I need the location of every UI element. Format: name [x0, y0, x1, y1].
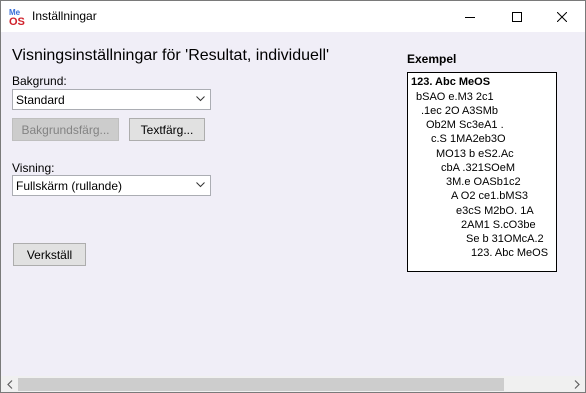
minimize-button[interactable]: [447, 1, 493, 32]
background-select[interactable]: Standard: [12, 89, 211, 110]
example-line: bSAO e.M3 2c1: [416, 91, 494, 103]
settings-window: Me OS Inställningar Visningsinställninga…: [0, 0, 586, 393]
example-line: .1ec 2O A3SMb: [421, 105, 499, 117]
example-line: c.S 1MA2eb3O: [431, 133, 506, 145]
example-line: Ob2M Sc3eA1 .: [426, 119, 504, 131]
page-title: Visningsinställningar för 'Resultat, ind…: [12, 47, 330, 64]
svg-text:OS: OS: [9, 16, 25, 26]
example-line: 2AM1 S.cO3be: [461, 219, 536, 231]
background-label: Bakgrund:: [12, 74, 67, 88]
example-line: Se b 31OMcA.2: [466, 233, 544, 245]
horizontal-scrollbar[interactable]: [1, 376, 585, 392]
meos-app-icon: Me OS: [8, 6, 28, 28]
display-label: Visning:: [12, 161, 55, 175]
maximize-button[interactable]: [494, 1, 540, 32]
chevron-down-icon: [196, 96, 205, 102]
window-title: Inställningar: [32, 9, 97, 23]
display-select[interactable]: Fullskärm (rullande): [12, 175, 211, 196]
example-line: A O2 ce1.bMS3: [451, 190, 529, 202]
apply-button[interactable]: Verkställ: [13, 243, 86, 266]
title-bar[interactable]: Me OS Inställningar: [1, 1, 585, 32]
chevron-right-icon: [574, 380, 580, 389]
close-button[interactable]: [539, 1, 585, 32]
example-line: 123. Abc MeOS: [411, 76, 491, 88]
example-line: MO13 b eS2.Ac: [436, 148, 514, 160]
display-select-value: Fullskärm (rullande): [16, 179, 123, 193]
minimize-icon: [465, 16, 475, 18]
background-color-button[interactable]: Bakgrundsfärg...: [12, 118, 119, 141]
maximize-icon: [512, 11, 522, 22]
chevron-down-icon: [196, 182, 205, 188]
client-area: Visningsinställningar för 'Resultat, ind…: [1, 32, 585, 376]
example-label: Exempel: [407, 52, 457, 66]
chevron-left-icon: [6, 380, 12, 389]
example-line: 123. Abc MeOS: [471, 247, 549, 259]
background-select-value: Standard: [16, 93, 65, 107]
scrollbar-thumb[interactable]: [18, 378, 504, 391]
scroll-left-button[interactable]: [1, 376, 18, 392]
example-line: cbA .321SOeM: [441, 162, 515, 174]
text-color-button[interactable]: Textfärg...: [129, 118, 205, 141]
example-line: e3cS M2bO. 1A: [456, 205, 534, 217]
scroll-right-button[interactable]: [568, 376, 585, 392]
example-preview: 123. Abc MeOS bSAO e.M3 2c1 .1ec 2O A3SM…: [407, 72, 557, 272]
close-icon: [557, 11, 567, 22]
example-line: 3M.e OASb1c2: [446, 176, 521, 188]
